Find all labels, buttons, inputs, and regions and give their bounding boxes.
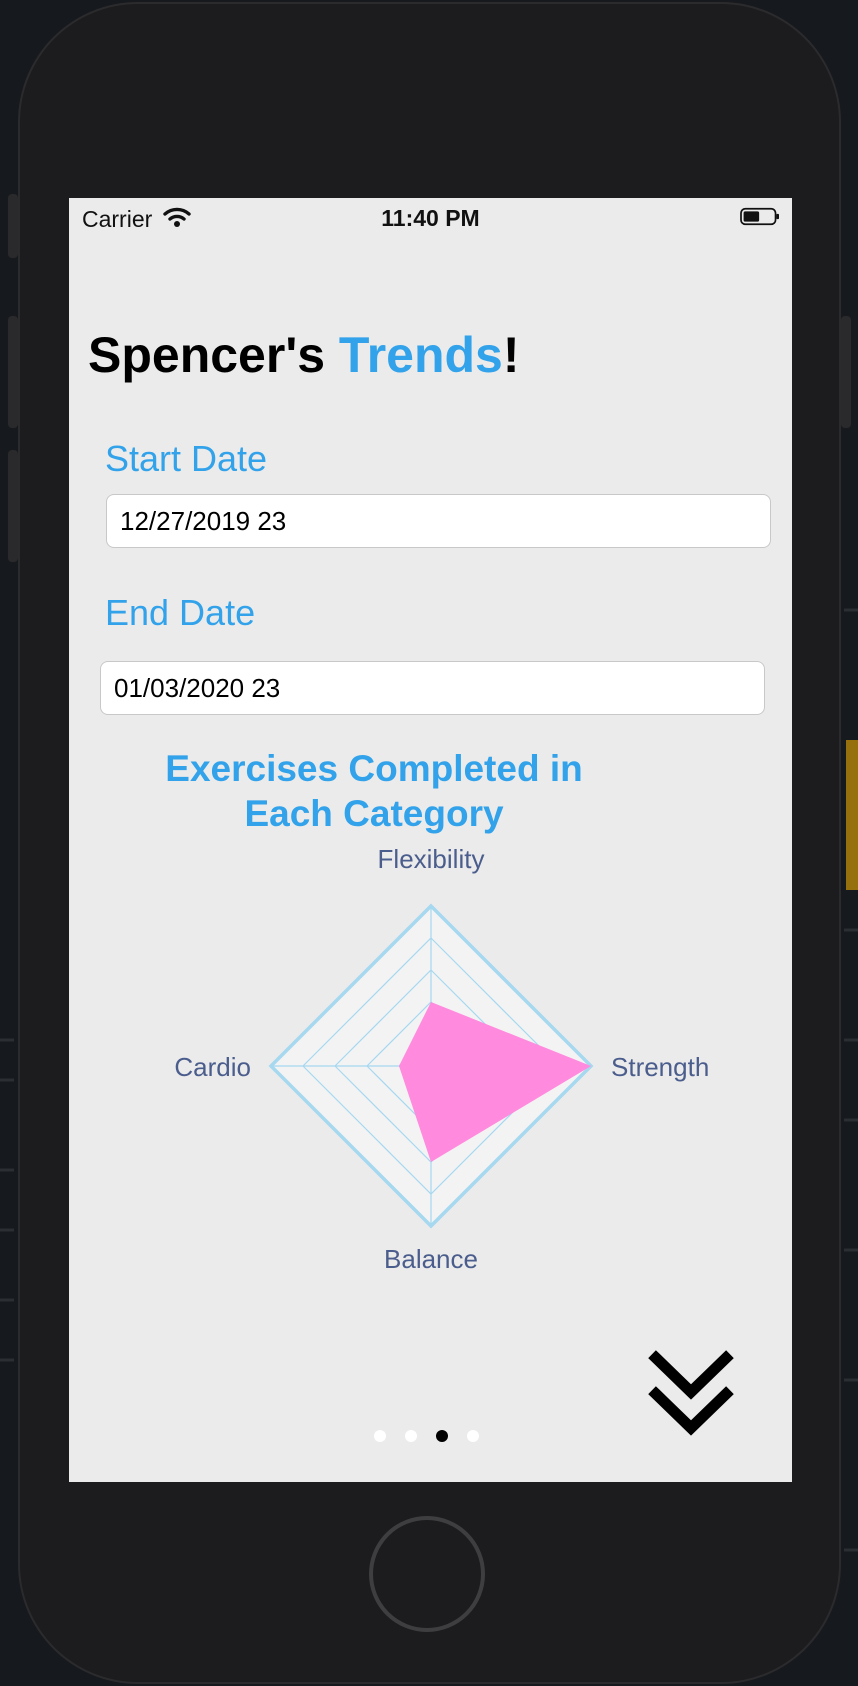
volume-up-button	[8, 316, 18, 428]
volume-down-button	[8, 450, 18, 562]
chart-title-line-2: Each Category	[244, 793, 504, 834]
radar-axis-label: Cardio	[174, 1052, 251, 1082]
radar-axis-label: Strength	[611, 1052, 709, 1082]
double-chevron-down-icon[interactable]	[646, 1350, 736, 1436]
page-dot[interactable]	[467, 1430, 479, 1442]
page-indicator[interactable]	[374, 1430, 484, 1442]
chart-title-line-1: Exercises Completed in	[165, 748, 583, 789]
status-time: 11:40 PM	[381, 205, 480, 231]
silent-switch	[8, 194, 18, 258]
page-title: Spencer's Trends!	[88, 326, 520, 384]
chart-title: Exercises Completed in Each Category	[69, 746, 679, 836]
battery-icon	[740, 207, 779, 226]
status-bar: Carrier 11:40 PM	[69, 198, 792, 238]
page-dot[interactable]	[374, 1430, 386, 1442]
title-suffix: !	[502, 327, 520, 383]
end-date-field[interactable]: 01/03/2020 23	[100, 661, 765, 715]
radar-chart: Flexibility Strength Balance Cardio	[174, 844, 709, 1274]
home-button[interactable]	[369, 1516, 485, 1632]
start-date-field[interactable]: 12/27/2019 23	[106, 494, 771, 548]
title-accent: Trends	[338, 327, 503, 383]
radar-axis-label: Flexibility	[378, 844, 485, 874]
power-button	[841, 316, 851, 428]
page-dot[interactable]	[436, 1430, 448, 1442]
start-date-label: Start Date	[105, 438, 268, 479]
page-dot[interactable]	[405, 1430, 417, 1442]
title-prefix: Spencer's	[88, 327, 339, 383]
radar-axis-label: Balance	[384, 1244, 478, 1274]
app-screen: Carrier 11:40 PM Spencer's Trends! Start…	[69, 198, 792, 1482]
end-date-label: End Date	[105, 592, 256, 633]
